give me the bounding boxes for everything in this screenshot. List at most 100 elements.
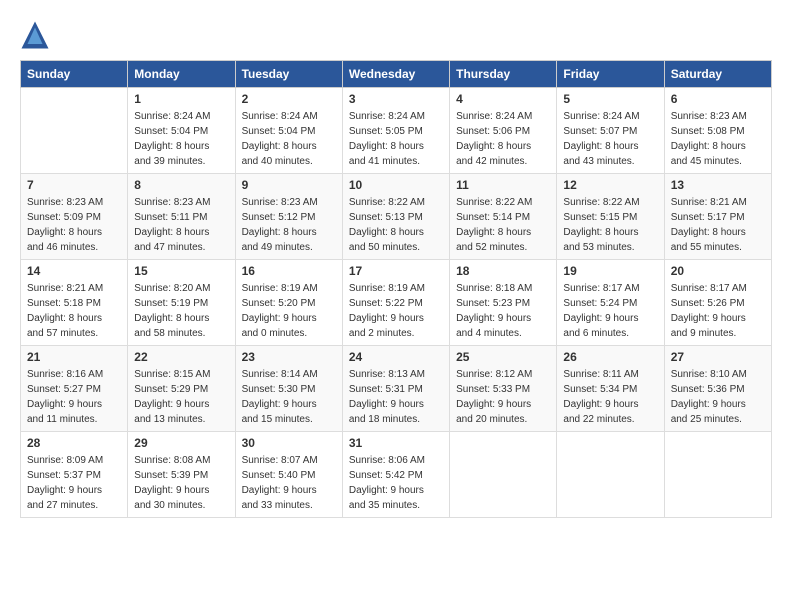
calendar-cell: 28 Sunrise: 8:09 AMSunset: 5:37 PMDayligh… [21, 432, 128, 518]
day-number: 7 [27, 178, 121, 192]
week-row-0: 1 Sunrise: 8:24 AMSunset: 5:04 PMDaylight… [21, 88, 772, 174]
day-number: 30 [242, 436, 336, 450]
calendar-cell: 24Sunrise: 8:13 AMSunset: 5:31 PMDayligh… [342, 346, 449, 432]
day-info: Sunrise: 8:06 AMSunset: 5:42 PMDaylight:… [349, 453, 443, 513]
day-number: 17 [349, 264, 443, 278]
day-info: Sunrise: 8:07 AMSunset: 5:40 PMDaylight:… [242, 453, 336, 513]
calendar-cell: 20Sunrise: 8:17 AMSunset: 5:26 PMDayligh… [664, 260, 771, 346]
day-number: 24 [349, 350, 443, 364]
calendar-cell: 10 Sunrise: 8:22 AMSunset: 5:13 PMDayligh… [342, 174, 449, 260]
calendar-cell: 1 Sunrise: 8:24 AMSunset: 5:04 PMDaylight… [128, 88, 235, 174]
day-info: Sunrise: 8:15 AMSunset: 5:29 PMDaylight:… [134, 367, 228, 427]
week-row-2: 14 Sunrise: 8:21 AMSunset: 5:18 PMDayligh… [21, 260, 772, 346]
day-number: 20 [671, 264, 765, 278]
day-info: Sunrise: 8:23 AMSunset: 5:09 PMDaylight:… [27, 195, 121, 255]
calendar-cell [450, 432, 557, 518]
calendar-cell: 12Sunrise: 8:22 AMSunset: 5:15 PMDayligh… [557, 174, 664, 260]
day-number: 16 [242, 264, 336, 278]
logo-icon [20, 20, 50, 50]
day-number: 18 [456, 264, 550, 278]
day-number: 22 [134, 350, 228, 364]
day-number: 31 [349, 436, 443, 450]
calendar-cell [557, 432, 664, 518]
calendar-cell: 19Sunrise: 8:17 AMSunset: 5:24 PMDayligh… [557, 260, 664, 346]
column-header-wednesday: Wednesday [342, 61, 449, 88]
column-header-tuesday: Tuesday [235, 61, 342, 88]
day-number: 21 [27, 350, 121, 364]
calendar-cell: 30 Sunrise: 8:07 AMSunset: 5:40 PMDayligh… [235, 432, 342, 518]
calendar-cell: 7 Sunrise: 8:23 AMSunset: 5:09 PMDaylight… [21, 174, 128, 260]
calendar-cell: 8 Sunrise: 8:23 AMSunset: 5:11 PMDaylight… [128, 174, 235, 260]
calendar-cell: 14 Sunrise: 8:21 AMSunset: 5:18 PMDayligh… [21, 260, 128, 346]
day-info: Sunrise: 8:21 AMSunset: 5:17 PMDaylight:… [671, 195, 765, 255]
calendar-cell: 11 Sunrise: 8:22 AMSunset: 5:14 PMDayligh… [450, 174, 557, 260]
day-number: 6 [671, 92, 765, 106]
day-info: Sunrise: 8:16 AMSunset: 5:27 PMDaylight:… [27, 367, 121, 427]
calendar-cell: 6 Sunrise: 8:23 AMSunset: 5:08 PMDaylight… [664, 88, 771, 174]
day-info: Sunrise: 8:23 AMSunset: 5:12 PMDaylight:… [242, 195, 336, 255]
day-info: Sunrise: 8:12 AMSunset: 5:33 PMDaylight:… [456, 367, 550, 427]
day-number: 14 [27, 264, 121, 278]
column-header-monday: Monday [128, 61, 235, 88]
day-info: Sunrise: 8:23 AMSunset: 5:08 PMDaylight:… [671, 109, 765, 169]
calendar-cell: 13 Sunrise: 8:21 AMSunset: 5:17 PMDayligh… [664, 174, 771, 260]
day-info: Sunrise: 8:24 AMSunset: 5:04 PMDaylight:… [242, 109, 336, 169]
calendar-cell: 26 Sunrise: 8:11 AMSunset: 5:34 PMDayligh… [557, 346, 664, 432]
week-row-1: 7 Sunrise: 8:23 AMSunset: 5:09 PMDaylight… [21, 174, 772, 260]
day-info: Sunrise: 8:23 AMSunset: 5:11 PMDaylight:… [134, 195, 228, 255]
day-number: 11 [456, 178, 550, 192]
calendar-cell: 2 Sunrise: 8:24 AMSunset: 5:04 PMDaylight… [235, 88, 342, 174]
day-number: 28 [27, 436, 121, 450]
day-number: 1 [134, 92, 228, 106]
day-number: 23 [242, 350, 336, 364]
day-info: Sunrise: 8:22 AMSunset: 5:13 PMDaylight:… [349, 195, 443, 255]
day-info: Sunrise: 8:21 AMSunset: 5:18 PMDaylight:… [27, 281, 121, 341]
calendar-cell [664, 432, 771, 518]
week-row-3: 21 Sunrise: 8:16 AMSunset: 5:27 PMDayligh… [21, 346, 772, 432]
calendar-cell: 25 Sunrise: 8:12 AMSunset: 5:33 PMDayligh… [450, 346, 557, 432]
day-info: Sunrise: 8:24 AMSunset: 5:07 PMDaylight:… [563, 109, 657, 169]
day-number: 27 [671, 350, 765, 364]
day-number: 2 [242, 92, 336, 106]
day-number: 15 [134, 264, 228, 278]
week-row-4: 28 Sunrise: 8:09 AMSunset: 5:37 PMDayligh… [21, 432, 772, 518]
day-number: 26 [563, 350, 657, 364]
day-number: 8 [134, 178, 228, 192]
calendar-cell: 9 Sunrise: 8:23 AMSunset: 5:12 PMDaylight… [235, 174, 342, 260]
calendar-cell: 22 Sunrise: 8:15 AMSunset: 5:29 PMDayligh… [128, 346, 235, 432]
calendar-cell: 21 Sunrise: 8:16 AMSunset: 5:27 PMDayligh… [21, 346, 128, 432]
day-info: Sunrise: 8:10 AMSunset: 5:36 PMDaylight:… [671, 367, 765, 427]
calendar-cell: 17 Sunrise: 8:19 AMSunset: 5:22 PMDayligh… [342, 260, 449, 346]
day-number: 13 [671, 178, 765, 192]
day-info: Sunrise: 8:22 AMSunset: 5:14 PMDaylight:… [456, 195, 550, 255]
calendar-cell: 5 Sunrise: 8:24 AMSunset: 5:07 PMDaylight… [557, 88, 664, 174]
day-info: Sunrise: 8:14 AMSunset: 5:30 PMDaylight:… [242, 367, 336, 427]
header-row: SundayMondayTuesdayWednesdayThursdayFrid… [21, 61, 772, 88]
calendar-cell: 27 Sunrise: 8:10 AMSunset: 5:36 PMDayligh… [664, 346, 771, 432]
day-info: Sunrise: 8:19 AMSunset: 5:20 PMDaylight:… [242, 281, 336, 341]
day-info: Sunrise: 8:24 AMSunset: 5:05 PMDaylight:… [349, 109, 443, 169]
day-info: Sunrise: 8:24 AMSunset: 5:04 PMDaylight:… [134, 109, 228, 169]
calendar-cell: 23 Sunrise: 8:14 AMSunset: 5:30 PMDayligh… [235, 346, 342, 432]
day-info: Sunrise: 8:19 AMSunset: 5:22 PMDaylight:… [349, 281, 443, 341]
calendar-cell: 4 Sunrise: 8:24 AMSunset: 5:06 PMDaylight… [450, 88, 557, 174]
day-number: 5 [563, 92, 657, 106]
day-info: Sunrise: 8:24 AMSunset: 5:06 PMDaylight:… [456, 109, 550, 169]
day-info: Sunrise: 8:09 AMSunset: 5:37 PMDaylight:… [27, 453, 121, 513]
day-info: Sunrise: 8:18 AMSunset: 5:23 PMDaylight:… [456, 281, 550, 341]
day-number: 10 [349, 178, 443, 192]
column-header-thursday: Thursday [450, 61, 557, 88]
calendar-cell: 3 Sunrise: 8:24 AMSunset: 5:05 PMDaylight… [342, 88, 449, 174]
day-number: 3 [349, 92, 443, 106]
day-info: Sunrise: 8:08 AMSunset: 5:39 PMDaylight:… [134, 453, 228, 513]
day-number: 25 [456, 350, 550, 364]
day-number: 9 [242, 178, 336, 192]
calendar-cell: 31 Sunrise: 8:06 AMSunset: 5:42 PMDayligh… [342, 432, 449, 518]
day-info: Sunrise: 8:11 AMSunset: 5:34 PMDaylight:… [563, 367, 657, 427]
day-number: 19 [563, 264, 657, 278]
calendar-cell: 18 Sunrise: 8:18 AMSunset: 5:23 PMDayligh… [450, 260, 557, 346]
calendar-table: SundayMondayTuesdayWednesdayThursdayFrid… [20, 60, 772, 518]
calendar-cell: 29Sunrise: 8:08 AMSunset: 5:39 PMDayligh… [128, 432, 235, 518]
day-number: 4 [456, 92, 550, 106]
day-info: Sunrise: 8:20 AMSunset: 5:19 PMDaylight:… [134, 281, 228, 341]
